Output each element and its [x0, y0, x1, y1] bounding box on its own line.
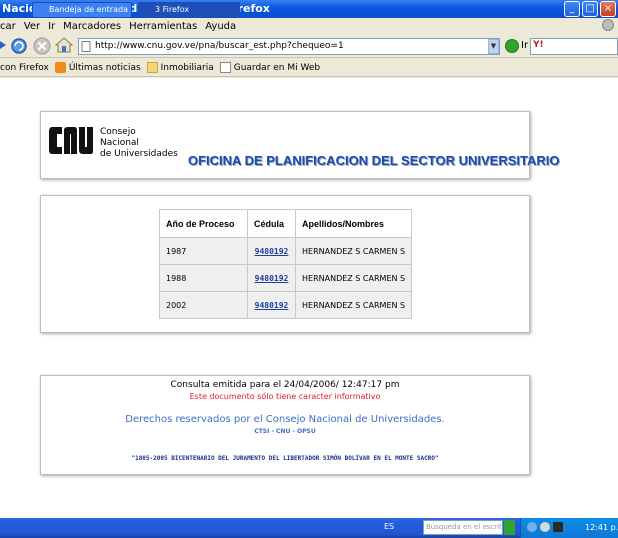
- taskbar-item-firefox[interactable]: 3 Firefox: [138, 2, 240, 18]
- ctsi-text: CTSI - CNU - OPSU: [254, 428, 316, 435]
- folder-icon: [146, 62, 158, 73]
- column-header-name: Apellidos/Nombres: [294, 209, 413, 238]
- informativo-text: Este documento sólo tiene caracter infor…: [189, 392, 381, 401]
- url-dropdown-button[interactable]: ▼: [488, 39, 499, 54]
- cell-year: 2002: [159, 291, 248, 319]
- desktop-search-input[interactable]: Búsqueda en el escritorio: [423, 520, 503, 535]
- table-row: 2002 9480192 HERNANDEZ S CARMEN S: [159, 291, 413, 319]
- desktop-search-go-button[interactable]: [504, 520, 515, 535]
- column-header-year: Año de Proceso: [159, 209, 248, 238]
- cell-name: HERNANDEZ S CARMEN S: [294, 264, 413, 292]
- table-row: 1988 9480192 HERNANDEZ S CARMEN S: [159, 264, 413, 292]
- bookmark-save-web[interactable]: Guardar en Mi Web: [219, 62, 320, 73]
- stop-icon[interactable]: [33, 37, 51, 55]
- url-bar[interactable]: http://www.cnu.gov.ve/pna/buscar_est.php…: [78, 38, 500, 55]
- derechos-text: Derechos reservados por el Consejo Nacio…: [125, 414, 445, 425]
- cell-name: HERNANDEZ S CARMEN S: [294, 237, 413, 265]
- cell-name: HERNANDEZ S CARMEN S: [294, 291, 413, 319]
- forward-arrow-icon[interactable]: [0, 39, 8, 51]
- clock[interactable]: 12:41 p.m.: [585, 523, 618, 532]
- bookmark-firefox[interactable]: con Firefox: [0, 63, 49, 73]
- menu-item-edit[interactable]: car: [0, 21, 16, 32]
- close-button[interactable]: ×: [600, 1, 616, 17]
- bookmarks-toolbar: con Firefox Últimas noticias Inmobiliari…: [0, 59, 618, 77]
- home-icon[interactable]: [55, 36, 73, 54]
- monitor-icon[interactable]: [553, 522, 563, 532]
- menu-item-tools[interactable]: Herramientas: [129, 21, 197, 32]
- url-text: http://www.cnu.gov.ve/pna/buscar_est.php…: [95, 41, 344, 51]
- taskbar-lang-indicator[interactable]: ES: [384, 522, 394, 531]
- menu-item-help[interactable]: Ayuda: [205, 21, 236, 32]
- rss-icon: [54, 62, 66, 73]
- bicentenario-text: "1805-2005 BICENTENARIO DEL JURAMENTO DE…: [131, 455, 439, 462]
- cedula-link[interactable]: 9480192: [247, 291, 296, 319]
- table-header-row: Año de Proceso Cédula Apellidos/Nombres: [159, 209, 413, 238]
- cedula-link[interactable]: 9480192: [247, 237, 296, 265]
- throbber-icon: [602, 19, 614, 31]
- go-label[interactable]: Ir: [521, 40, 528, 51]
- reload-icon[interactable]: [10, 37, 28, 55]
- menu-item-bookmarks[interactable]: Marcadores: [63, 21, 121, 32]
- network-icon[interactable]: [527, 522, 537, 532]
- window-controls: _ □ ×: [564, 1, 616, 17]
- results-table: Año de Proceso Cédula Apellidos/Nombres …: [159, 209, 413, 319]
- cell-year: 1988: [159, 264, 248, 292]
- column-header-cedula: Cédula: [247, 209, 296, 238]
- cnu-logo-icon: [49, 127, 93, 154]
- cedula-link[interactable]: 9480192: [247, 264, 296, 292]
- taskbar-item-mail[interactable]: Bandeja de entrada p...: [32, 2, 132, 18]
- page-icon: [81, 41, 91, 52]
- maximize-button[interactable]: □: [582, 1, 598, 17]
- bookmark-news[interactable]: Últimas noticias: [54, 62, 141, 73]
- office-title: OFICINA DE PLANIFICACION DEL SECTOR UNIV…: [188, 153, 560, 168]
- menu-item-view[interactable]: Ver: [24, 21, 40, 32]
- cell-year: 1987: [159, 237, 248, 265]
- volume-icon[interactable]: [540, 522, 550, 532]
- menu-bar: car Ver Ir Marcadores Herramientas Ayuda: [0, 18, 618, 34]
- bookmark-inmobiliaria[interactable]: Inmobiliaria: [146, 62, 214, 73]
- go-button[interactable]: [505, 39, 519, 53]
- consulta-text: Consulta emitida para el 24/04/2006/ 12:…: [170, 380, 400, 390]
- table-row: 1987 9480192 HERNANDEZ S CARMEN S: [159, 237, 413, 265]
- organization-name: Consejo Nacional de Universidades: [100, 127, 178, 159]
- minimize-button[interactable]: _: [564, 1, 580, 17]
- yahoo-logo-icon[interactable]: Y!: [533, 40, 544, 50]
- menu-item-go[interactable]: Ir: [48, 21, 55, 32]
- page-icon: [219, 62, 231, 73]
